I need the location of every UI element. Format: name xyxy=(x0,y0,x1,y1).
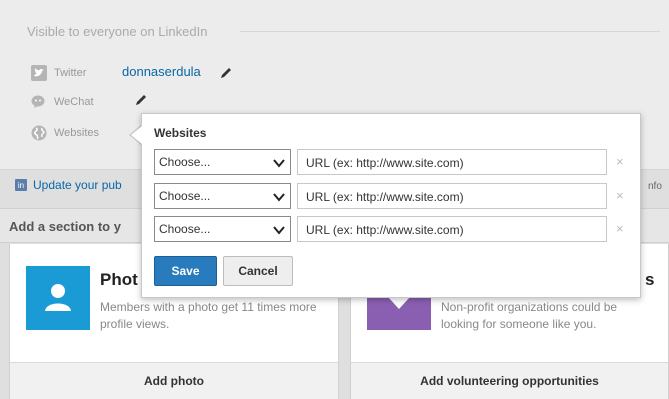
popup-title: Websites xyxy=(154,126,207,140)
website-url-input[interactable]: URL (ex: http://www.site.com) xyxy=(297,216,607,242)
website-type-value: Choose... xyxy=(159,189,211,203)
chevron-down-icon xyxy=(273,191,285,202)
websites-popup: Websites Choose... URL (ex: http://www.s… xyxy=(141,113,641,298)
twitter-row: Twitter xyxy=(31,64,86,82)
person-icon xyxy=(26,266,90,330)
add-photo-button[interactable]: Add photo xyxy=(10,362,338,399)
chevron-down-icon xyxy=(273,224,285,235)
website-type-select[interactable]: Choose... xyxy=(154,216,291,242)
save-button[interactable]: Save xyxy=(154,256,217,286)
chevron-down-icon xyxy=(273,157,285,168)
websites-row: Websites xyxy=(31,124,99,142)
pencil-icon[interactable] xyxy=(134,93,148,107)
update-link-label: Update your pub xyxy=(33,178,122,192)
close-icon[interactable]: × xyxy=(616,154,624,169)
website-type-value: Choose... xyxy=(159,222,211,236)
wechat-label: WeChat xyxy=(54,96,94,108)
photo-card-description: Members with a photo get 11 times more p… xyxy=(100,300,317,331)
wechat-icon xyxy=(31,94,47,110)
website-url-input[interactable]: URL (ex: http://www.site.com) xyxy=(297,183,607,209)
linkedin-icon: in xyxy=(15,179,27,191)
header-divider xyxy=(240,31,660,32)
wechat-row: WeChat xyxy=(31,93,94,111)
website-type-select[interactable]: Choose... xyxy=(154,183,291,209)
volunteer-card-description: Non-profit organizations could be lookin… xyxy=(441,300,618,331)
add-volunteering-button[interactable]: Add volunteering opportunities xyxy=(351,362,668,399)
globe-icon xyxy=(31,125,47,141)
close-icon[interactable]: × xyxy=(616,221,624,236)
pencil-icon[interactable] xyxy=(219,66,233,80)
cancel-button[interactable]: Cancel xyxy=(223,256,293,286)
website-type-select[interactable]: Choose... xyxy=(154,149,291,175)
close-icon[interactable]: × xyxy=(616,188,624,203)
contact-info-link[interactable]: nfo xyxy=(648,181,662,192)
websites-label: Websites xyxy=(54,127,100,139)
volunteer-card-heading: s xyxy=(645,270,655,289)
photo-card-heading: Phot xyxy=(100,270,138,289)
website-url-input[interactable]: URL (ex: http://www.site.com) xyxy=(297,149,607,175)
website-type-value: Choose... xyxy=(159,155,211,169)
visibility-header: Visible to everyone on LinkedIn xyxy=(27,24,208,39)
add-section-title: Add a section to y xyxy=(9,219,121,234)
update-public-profile-link[interactable]: in Update your pub xyxy=(15,178,122,192)
popup-pointer-inner xyxy=(131,126,142,144)
twitter-handle-link[interactable]: donnaserdula xyxy=(122,64,201,79)
twitter-label: Twitter xyxy=(54,67,87,79)
twitter-icon xyxy=(31,65,47,81)
